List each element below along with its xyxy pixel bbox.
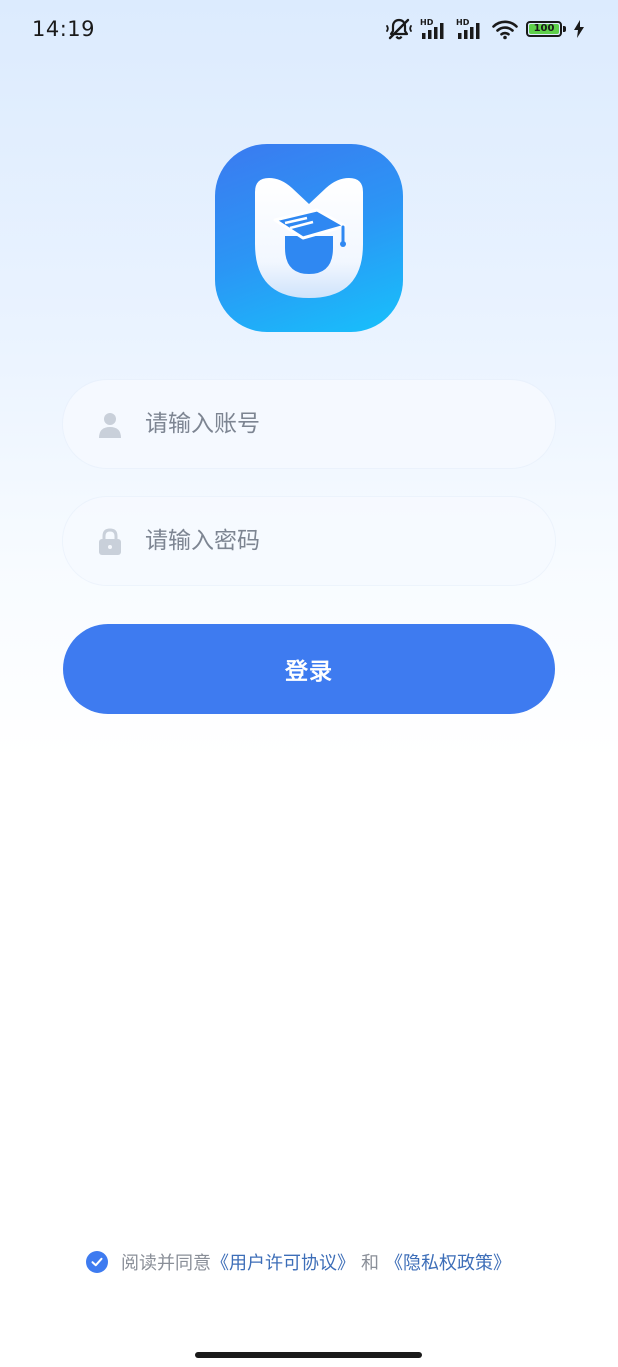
battery-icon: 100 bbox=[526, 21, 566, 37]
signal-icon: HD bbox=[456, 18, 480, 39]
agreement-checkbox[interactable] bbox=[86, 1251, 108, 1273]
password-field bbox=[63, 497, 555, 585]
graduation-cap-shield-icon bbox=[255, 178, 363, 298]
mute-icon bbox=[386, 18, 412, 40]
status-bar: 14:19 HD HD 100 bbox=[0, 0, 618, 58]
agreement-and: 和 bbox=[361, 1253, 379, 1274]
account-input[interactable] bbox=[145, 380, 525, 468]
status-icons: HD HD 100 bbox=[386, 16, 584, 42]
wifi-icon bbox=[492, 20, 518, 40]
login-button[interactable]: 登录 bbox=[63, 624, 555, 714]
user-license-link[interactable]: 《用户许可协议》 bbox=[211, 1249, 355, 1275]
signal-hd-label: HD bbox=[456, 18, 470, 27]
lock-icon bbox=[99, 528, 121, 555]
status-time: 14:19 bbox=[32, 17, 96, 41]
privacy-policy-link[interactable]: 《隐私权政策》 bbox=[385, 1249, 511, 1275]
charging-icon bbox=[574, 20, 584, 38]
app-logo bbox=[215, 144, 403, 332]
signal-hd-label: HD bbox=[420, 18, 434, 27]
signal-icon: HD bbox=[420, 18, 444, 39]
agreement-row: 阅读并同意 《用户许可协议》 和 《隐私权政策》 bbox=[86, 1250, 511, 1274]
account-field bbox=[63, 380, 555, 468]
password-input[interactable] bbox=[145, 497, 525, 585]
user-icon bbox=[99, 413, 121, 438]
home-indicator[interactable] bbox=[195, 1352, 422, 1358]
check-icon bbox=[91, 1257, 103, 1267]
agreement-prefix: 阅读并同意 bbox=[121, 1253, 211, 1274]
battery-level: 100 bbox=[529, 24, 559, 34]
